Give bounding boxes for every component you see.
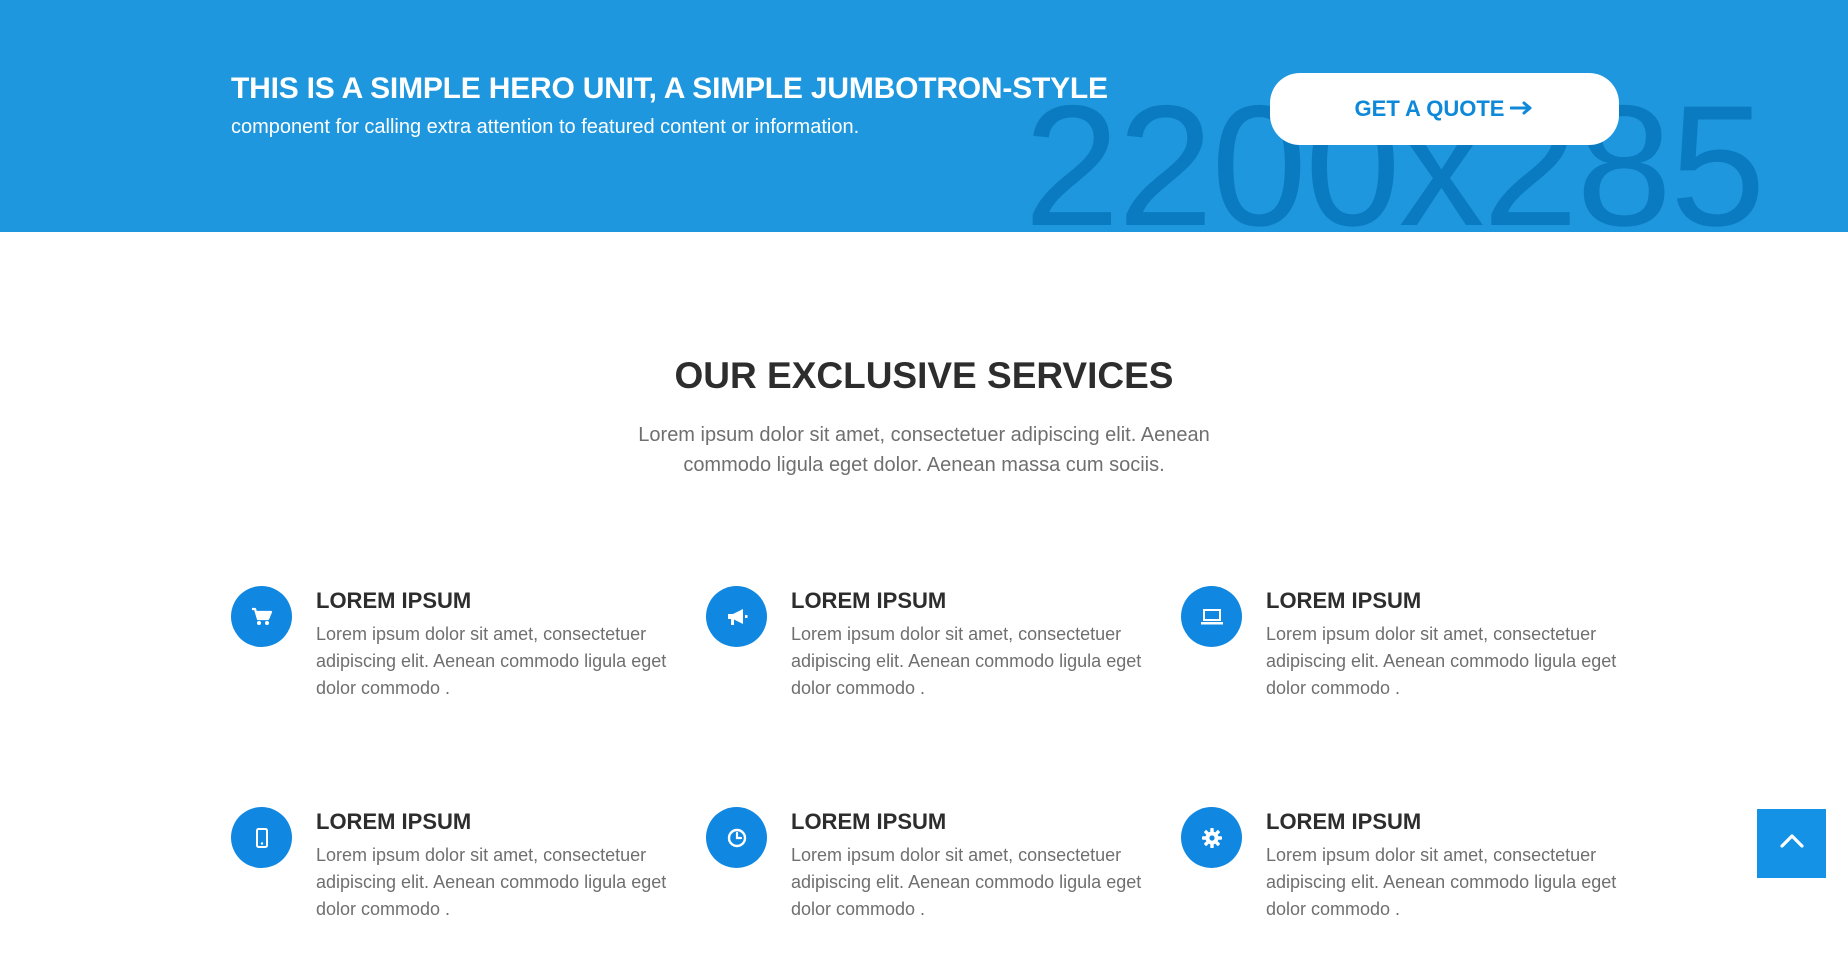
- laptop-icon: [1181, 586, 1242, 647]
- service-text: Lorem ipsum dolor sit amet, consectetuer…: [791, 624, 1142, 698]
- section-title: OUR EXCLUSIVE SERVICES: [674, 355, 1174, 396]
- get-a-quote-label: GET A QUOTE: [1354, 96, 1505, 121]
- hero-subtitle: component for calling extra attention to…: [231, 116, 860, 138]
- service-title: LOREM IPSUM: [316, 809, 472, 834]
- get-a-quote-button[interactable]: GET A QUOTE: [1270, 73, 1619, 145]
- service-text: Lorem ipsum dolor sit amet, consectetuer…: [316, 624, 667, 698]
- back-to-top-button[interactable]: [1757, 809, 1826, 878]
- service-item: LOREM IPSUM Lorem ipsum dolor sit amet, …: [706, 586, 1146, 706]
- chevron-up-icon: [1779, 833, 1805, 854]
- shopping-cart-icon: [231, 586, 292, 647]
- service-text: Lorem ipsum dolor sit amet, consectetuer…: [1266, 624, 1617, 698]
- hero-banner: 2200x285 THIS IS A SIMPLE HERO UNIT, A S…: [0, 0, 1848, 232]
- service-text: Lorem ipsum dolor sit amet, consectetuer…: [791, 845, 1142, 919]
- clock-icon: [706, 807, 767, 868]
- service-item: LOREM IPSUM Lorem ipsum dolor sit amet, …: [1181, 807, 1621, 927]
- service-text: Lorem ipsum dolor sit amet, consectetuer…: [316, 845, 667, 919]
- service-title: LOREM IPSUM: [1266, 809, 1422, 834]
- section-description: Lorem ipsum dolor sit amet, consectetuer…: [638, 424, 1210, 476]
- service-title: LOREM IPSUM: [316, 588, 472, 613]
- service-text: Lorem ipsum dolor sit amet, consectetuer…: [1266, 845, 1617, 919]
- arrow-right-icon: [1509, 97, 1534, 121]
- megaphone-icon: [706, 586, 767, 647]
- hero-title: THIS IS A SIMPLE HERO UNIT, A SIMPLE JUM…: [231, 72, 1108, 105]
- service-item: LOREM IPSUM Lorem ipsum dolor sit amet, …: [231, 586, 671, 706]
- service-title: LOREM IPSUM: [791, 809, 947, 834]
- service-item: LOREM IPSUM Lorem ipsum dolor sit amet, …: [706, 807, 1146, 927]
- service-title: LOREM IPSUM: [1266, 588, 1422, 613]
- mobile-phone-icon: [231, 807, 292, 868]
- service-item: LOREM IPSUM Lorem ipsum dolor sit amet, …: [231, 807, 671, 927]
- service-title: LOREM IPSUM: [791, 588, 947, 613]
- gear-icon: [1181, 807, 1242, 868]
- service-item: LOREM IPSUM Lorem ipsum dolor sit amet, …: [1181, 586, 1621, 706]
